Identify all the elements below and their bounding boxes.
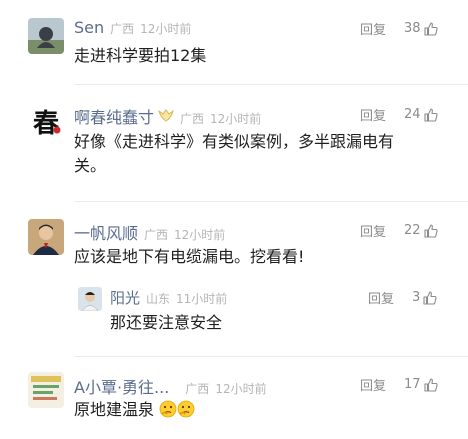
avatar-sen[interactable] — [28, 18, 64, 54]
comment-4: A小覃·勇往... 广西 12小时前 原地建温泉 回复 17 — [0, 360, 468, 439]
like-count: 17 — [404, 377, 421, 392]
comment-time: 12小时前 — [140, 22, 192, 36]
reply-button[interactable]: 回复 — [360, 19, 386, 38]
comment-region: 广西 — [144, 228, 169, 242]
comment-region: 广西 — [185, 382, 210, 396]
reply-button[interactable]: 回复 — [360, 375, 386, 394]
comment-author[interactable]: 一帆风顺 — [74, 220, 138, 244]
reply-time: 11小时前 — [176, 292, 228, 306]
avatar-yifan[interactable] — [28, 219, 64, 255]
svg-text:春: 春 — [33, 109, 59, 139]
comment-2: 春 啊春纯蠢寸 广西 12小时前 好像《走进科学》有类似案例，多半跟漏电有 关。… — [0, 88, 468, 198]
thumbs-up-icon[interactable] — [423, 107, 439, 123]
reply-author[interactable]: 阳光 — [110, 287, 140, 308]
comment-text-line: 好像《走进科学》有类似案例，多半跟漏电有 — [74, 132, 395, 151]
comment-time: 12小时前 — [174, 228, 226, 242]
reply-button[interactable]: 回复 — [360, 105, 386, 124]
comment-region: 广西 — [110, 22, 135, 36]
comment-1: Sen 广西 12小时前 走进科学要拍12集 回复 38 — [0, 0, 468, 80]
like-count: 38 — [404, 21, 421, 36]
comment-text: 应该是地下有电缆漏电。挖看看! — [74, 247, 305, 266]
comment-text-line: 关。 — [74, 156, 107, 175]
thumbs-up-icon[interactable] — [423, 377, 439, 393]
divider — [74, 84, 468, 85]
comment-3: 一帆风顺 广西 12小时前 应该是地下有电缆漏电。挖看看! 回复 22 阳光 山… — [0, 205, 468, 355]
avatar-chun[interactable]: 春 — [28, 104, 64, 140]
reply-text: 那还要注意安全 — [110, 313, 223, 332]
like-count: 24 — [404, 107, 421, 122]
comment-time: 12小时前 — [215, 382, 267, 396]
thumbs-up-icon[interactable] — [422, 290, 438, 306]
reply-region: 山东 — [146, 292, 171, 306]
comment-text: 走进科学要拍12集 — [74, 46, 207, 65]
divider — [74, 356, 468, 357]
comment-author[interactable]: Sen — [74, 18, 104, 37]
thumbs-up-icon[interactable] — [423, 223, 439, 239]
vip-badge-icon — [158, 109, 174, 122]
comment-author[interactable]: 啊春纯蠢寸 — [74, 104, 154, 128]
comment-author[interactable]: A小覃·勇往... — [74, 374, 169, 398]
comment-time: 12小时前 — [210, 112, 262, 126]
divider — [74, 201, 468, 202]
comment-text: 原地建温泉 — [74, 398, 195, 422]
comment-text: 好像《走进科学》有类似案例，多半跟漏电有 关。 — [74, 130, 434, 178]
like-count: 22 — [404, 223, 421, 238]
reply-button[interactable]: 回复 — [360, 221, 386, 240]
avatar-xiaoqin[interactable] — [28, 372, 64, 408]
like-count: 3 — [412, 290, 421, 305]
thinking-emoji-icon — [177, 400, 195, 418]
comment-region: 广西 — [180, 112, 205, 126]
thinking-emoji-icon — [159, 400, 177, 418]
avatar-yangguang[interactable] — [78, 287, 102, 311]
thumbs-up-icon[interactable] — [423, 21, 439, 37]
reply-button[interactable]: 回复 — [368, 288, 394, 307]
comment-text-body: 原地建温泉 — [74, 400, 155, 419]
